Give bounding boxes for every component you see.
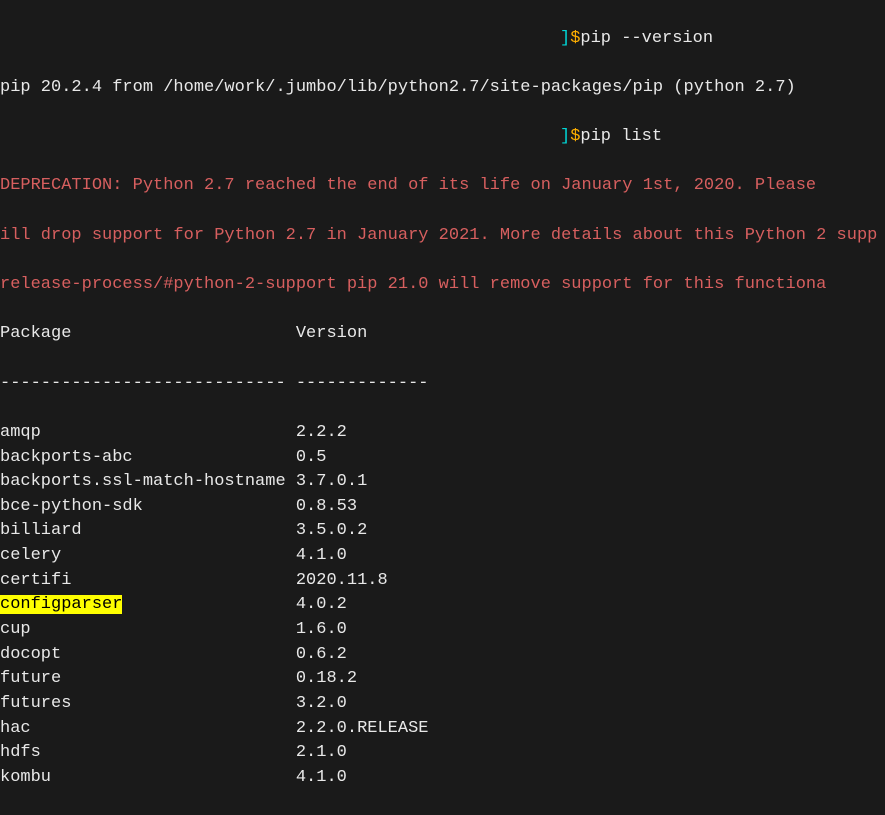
prompt-line-2: ]$pip list <box>0 125 885 150</box>
package-name: futures <box>0 694 71 713</box>
package-version: 2.2.2 <box>296 423 347 442</box>
package-version: 0.8.53 <box>296 497 357 516</box>
package-list: amqp 2.2.2backports-abc 0.5backports.ssl… <box>0 421 885 791</box>
package-version: 4.0.2 <box>296 595 347 614</box>
package-name: hac <box>0 719 31 738</box>
package-version: 2020.11.8 <box>296 571 388 590</box>
package-version: 2.2.0.RELEASE <box>296 719 429 738</box>
package-row: bce-python-sdk 0.8.53 <box>0 495 885 520</box>
deprecation-line-2: ill drop support for Python 2.7 in Janua… <box>0 224 885 249</box>
prompt-dollar: $ <box>570 127 580 146</box>
package-row: certifi 2020.11.8 <box>0 569 885 594</box>
package-version: 0.5 <box>296 448 327 467</box>
package-row: celery 4.1.0 <box>0 544 885 569</box>
package-name: celery <box>0 546 61 565</box>
prompt-bracket: ] <box>560 29 570 48</box>
table-header: Package Version <box>0 322 885 347</box>
package-name: configparser <box>0 595 122 614</box>
package-version: 3.5.0.2 <box>296 521 367 540</box>
deprecation-line-3: release-process/#python-2-support pip 21… <box>0 273 885 298</box>
package-row: hac 2.2.0.RELEASE <box>0 717 885 742</box>
package-name: hdfs <box>0 743 41 762</box>
package-version: 3.2.0 <box>296 694 347 713</box>
prompt-line-1: ]$pip --version <box>0 27 885 52</box>
package-name: cup <box>0 620 31 639</box>
command-pip-version: pip --version <box>580 29 713 48</box>
package-version: 1.6.0 <box>296 620 347 639</box>
package-name: amqp <box>0 423 41 442</box>
package-version: 4.1.0 <box>296 768 347 787</box>
package-name: docopt <box>0 645 61 664</box>
package-name: backports-abc <box>0 448 133 467</box>
package-version: 3.7.0.1 <box>296 472 367 491</box>
package-row: hdfs 2.1.0 <box>0 741 885 766</box>
package-row: futures 3.2.0 <box>0 692 885 717</box>
package-row: docopt 0.6.2 <box>0 643 885 668</box>
prompt-bracket: ] <box>560 127 570 146</box>
package-row: configparser 4.0.2 <box>0 593 885 618</box>
terminal-output[interactable]: ]$pip --version pip 20.2.4 from /home/wo… <box>0 2 885 815</box>
package-version: 4.1.0 <box>296 546 347 565</box>
package-row: future 0.18.2 <box>0 667 885 692</box>
package-row: backports.ssl-match-hostname 3.7.0.1 <box>0 470 885 495</box>
header-version: Version <box>296 324 367 343</box>
package-version: 0.6.2 <box>296 645 347 664</box>
pip-version-output: pip 20.2.4 from /home/work/.jumbo/lib/py… <box>0 76 885 101</box>
package-row: backports-abc 0.5 <box>0 446 885 471</box>
package-name: backports.ssl-match-hostname <box>0 472 286 491</box>
package-name: bce-python-sdk <box>0 497 143 516</box>
header-package: Package <box>0 324 71 343</box>
package-version: 2.1.0 <box>296 743 347 762</box>
deprecation-line-1: DEPRECATION: Python 2.7 reached the end … <box>0 174 885 199</box>
package-name: kombu <box>0 768 51 787</box>
package-row: amqp 2.2.2 <box>0 421 885 446</box>
package-name: certifi <box>0 571 71 590</box>
package-name: future <box>0 669 61 688</box>
package-row: billiard 3.5.0.2 <box>0 519 885 544</box>
package-row: kombu 4.1.0 <box>0 766 885 791</box>
prompt-dollar: $ <box>570 29 580 48</box>
command-pip-list: pip list <box>580 127 662 146</box>
table-divider: ---------------------------- -----------… <box>0 372 885 397</box>
package-version: 0.18.2 <box>296 669 357 688</box>
package-name: billiard <box>0 521 82 540</box>
package-row: cup 1.6.0 <box>0 618 885 643</box>
